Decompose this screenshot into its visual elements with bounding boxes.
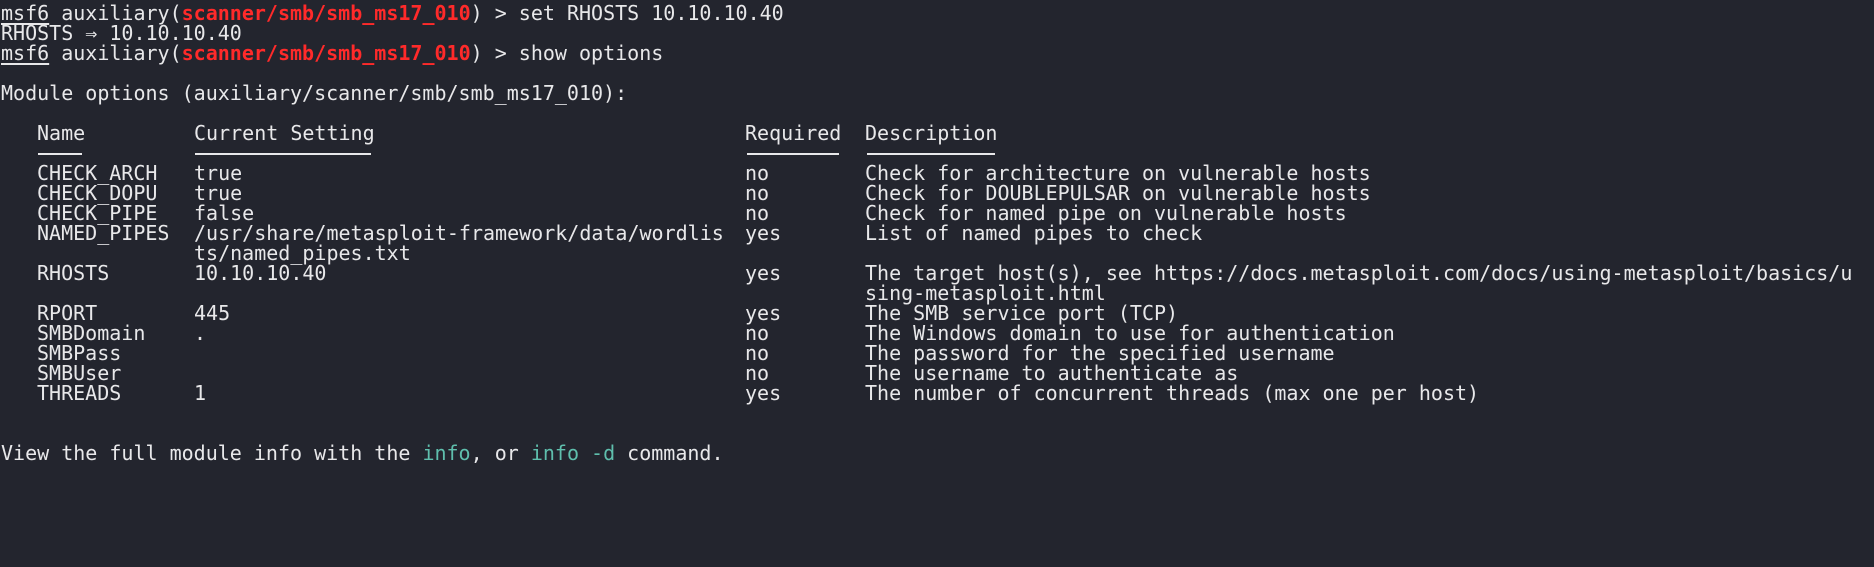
header-underline-name: [38, 153, 82, 155]
header-underline-required: [747, 153, 839, 155]
option-setting: 10.10.10.40: [194, 261, 327, 285]
module-options-header: Module options (auxiliary/scanner/smb/sm…: [1, 81, 628, 105]
header-underline-setting: [195, 153, 371, 155]
prompt-prefix: msf6: [1, 41, 50, 65]
module-info-hint: View the full module info with the info,…: [1, 441, 724, 465]
header-current-setting: Current Setting: [194, 121, 375, 145]
terminal-window[interactable]: msf6 auxiliary(scanner/smb/smb_ms17_010)…: [0, 0, 1874, 567]
prompt-module: scanner/smb/smb_ms17_010: [181, 41, 471, 65]
prompt-line-show: msf6 auxiliary(scanner/smb/smb_ms17_010)…: [1, 41, 664, 65]
option-description: The number of concurrent threads (max on…: [865, 381, 1480, 405]
option-setting: .: [194, 321, 207, 345]
set-command: set RHOSTS 10.10.10.40: [518, 1, 784, 25]
prompt-word: auxiliary: [61, 41, 170, 65]
option-description: List of named pipes to check: [865, 221, 1203, 245]
option-name: NAMED_PIPES: [37, 221, 170, 245]
show-command: show options: [518, 41, 664, 65]
header-underline-description: [867, 153, 995, 155]
option-name: RHOSTS: [37, 261, 110, 285]
header-name: Name: [37, 121, 86, 145]
header-description: Description: [865, 121, 998, 145]
option-name: THREADS: [37, 381, 122, 405]
info-command: info: [422, 441, 471, 465]
header-required: Required: [745, 121, 842, 145]
option-setting: 1: [194, 381, 207, 405]
option-required: yes: [745, 221, 782, 245]
info-detail-command: info -d: [530, 441, 616, 465]
option-required: yes: [745, 381, 782, 405]
option-required: yes: [745, 261, 782, 285]
